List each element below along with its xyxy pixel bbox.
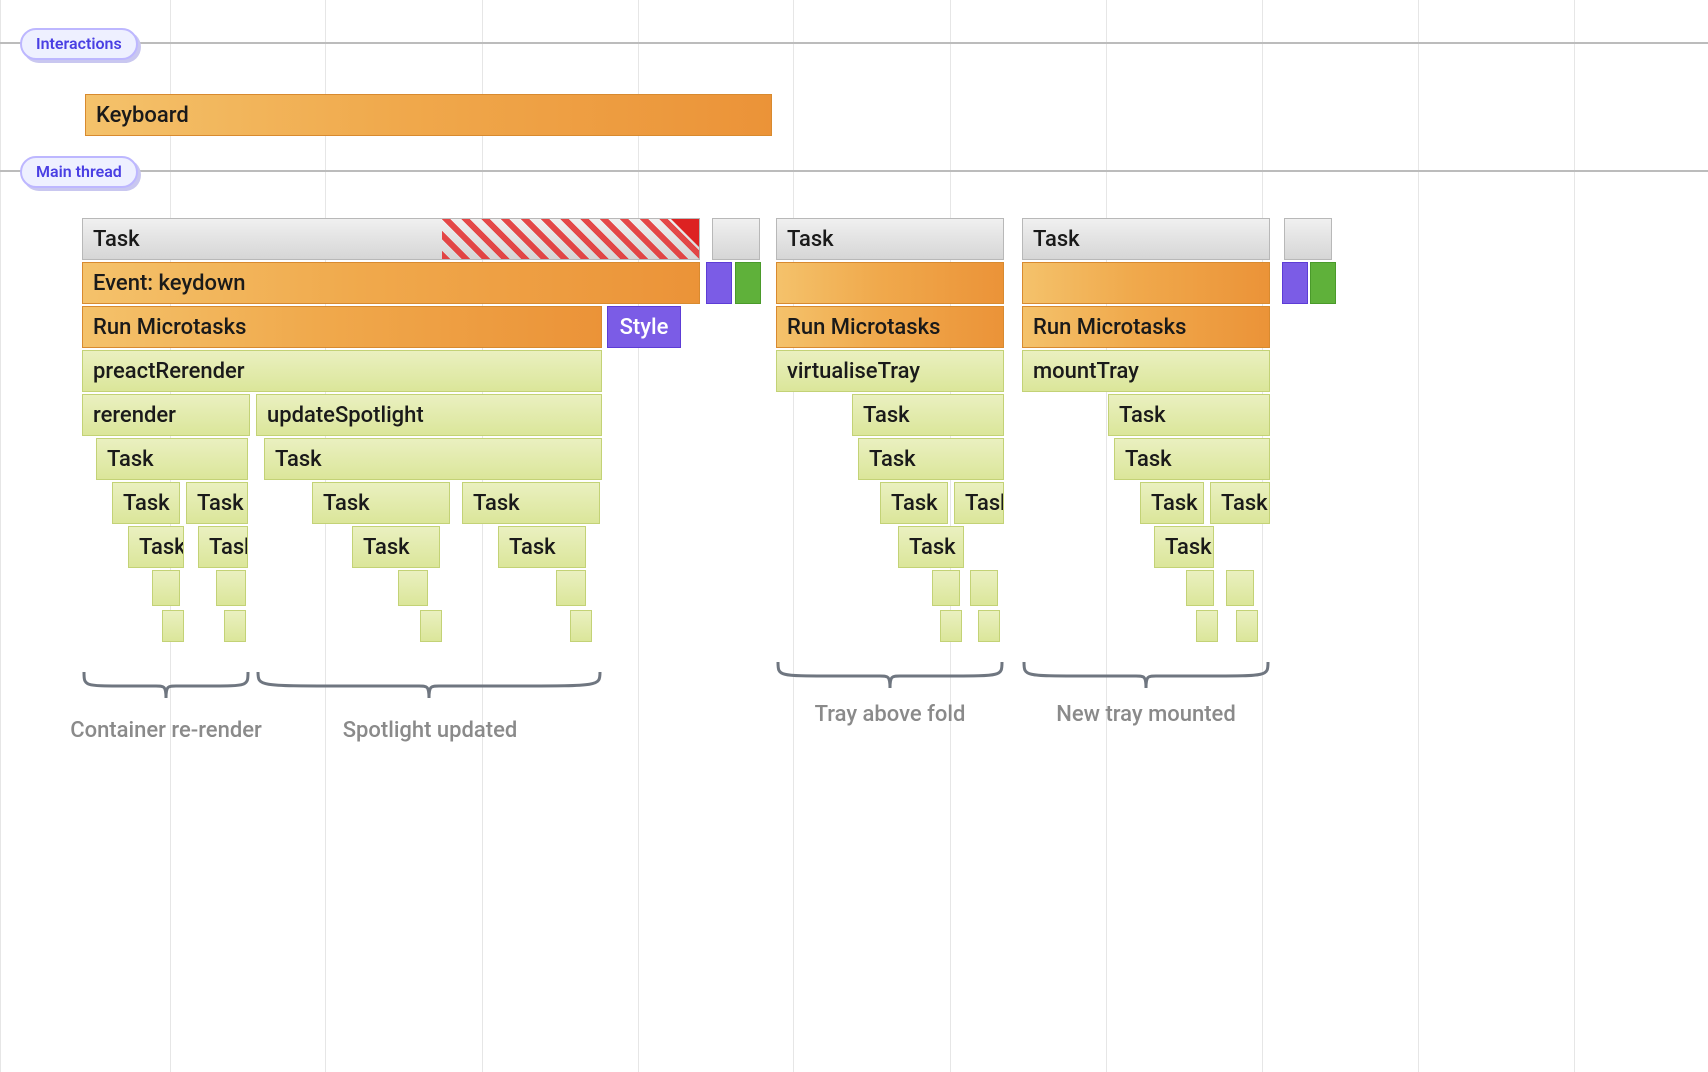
style-recalc-slice[interactable]	[706, 262, 732, 304]
fn-task[interactable]: Task	[858, 438, 1004, 480]
task-label: Task	[93, 227, 140, 252]
task-bar[interactable]	[712, 218, 760, 260]
fn-task[interactable]	[932, 570, 960, 606]
task-bar[interactable]	[1284, 218, 1332, 260]
gridline	[1106, 0, 1107, 1072]
long-task-corner-icon	[671, 219, 699, 247]
gridline	[0, 0, 1, 1072]
fn-rerender[interactable]: rerender	[82, 394, 250, 436]
fn-task[interactable]	[152, 570, 180, 606]
fn-task[interactable]	[162, 610, 184, 642]
fn-task[interactable]	[216, 570, 246, 606]
fn-preactRerender[interactable]: preactRerender	[82, 350, 602, 392]
annotation-new-tray-mounted: New tray mounted	[1034, 702, 1258, 727]
gridline	[325, 0, 326, 1072]
fn-task[interactable]: Task	[264, 438, 602, 480]
fn-task[interactable]: Task	[352, 526, 440, 568]
brace-icon	[776, 660, 1004, 690]
run-microtasks[interactable]: Run Microtasks	[1022, 306, 1270, 348]
fn-task[interactable]: Task	[96, 438, 248, 480]
run-microtasks[interactable]: Run Microtasks	[776, 306, 1004, 348]
gridline	[1262, 0, 1263, 1072]
fn-task[interactable]: Task	[198, 526, 248, 568]
fn-task[interactable]	[1196, 610, 1218, 642]
gridline	[1418, 0, 1419, 1072]
track-rule-interactions	[0, 42, 1708, 44]
fn-task[interactable]: Task	[186, 482, 248, 524]
brace-icon	[1022, 660, 1270, 690]
fn-task[interactable]: Task	[312, 482, 450, 524]
fn-task[interactable]	[420, 610, 442, 642]
fn-task[interactable]: Task	[1154, 526, 1214, 568]
gridline	[1574, 0, 1575, 1072]
fn-task[interactable]: Task	[1114, 438, 1270, 480]
gridline	[793, 0, 794, 1072]
fn-task[interactable]: Task	[112, 482, 180, 524]
fn-task[interactable]	[1186, 570, 1214, 606]
track-rule-main	[0, 170, 1708, 172]
fn-task[interactable]	[570, 610, 592, 642]
fn-task[interactable]: Task	[1140, 482, 1204, 524]
track-label-interactions[interactable]: Interactions	[20, 28, 138, 60]
paint-slice[interactable]	[735, 262, 761, 304]
style-recalc-slice[interactable]	[1282, 262, 1308, 304]
brace-icon	[256, 670, 602, 700]
event-keydown[interactable]: Event: keydown	[82, 262, 700, 304]
event-slice[interactable]	[776, 262, 1004, 304]
track-label-main-thread[interactable]: Main thread	[20, 156, 138, 188]
paint-slice[interactable]	[1310, 262, 1336, 304]
fn-task[interactable]	[978, 610, 1000, 642]
fn-task[interactable]	[970, 570, 998, 606]
style-block[interactable]: Style	[607, 306, 681, 348]
fn-task[interactable]	[1236, 610, 1258, 642]
flame-chart-canvas[interactable]: Interactions Main thread Keyboard Task T…	[0, 0, 1708, 1072]
long-task-hatch	[442, 219, 699, 259]
fn-task[interactable]: Task	[898, 526, 964, 568]
fn-task[interactable]	[1226, 570, 1254, 606]
annotation-spotlight-updated: Spotlight updated	[300, 718, 560, 743]
task-bar[interactable]: Task	[1022, 218, 1270, 260]
fn-task[interactable]	[556, 570, 586, 606]
run-microtasks[interactable]: Run Microtasks	[82, 306, 602, 348]
interaction-keyboard[interactable]: Keyboard	[85, 94, 772, 136]
fn-task[interactable]: Task	[954, 482, 1004, 524]
fn-task[interactable]	[398, 570, 428, 606]
fn-task[interactable]	[224, 610, 246, 642]
fn-task[interactable]: Task	[880, 482, 948, 524]
fn-task[interactable]: Task	[498, 526, 586, 568]
brace-icon	[82, 670, 250, 700]
fn-mountTray[interactable]: mountTray	[1022, 350, 1270, 392]
event-slice[interactable]	[1022, 262, 1270, 304]
fn-task[interactable]	[940, 610, 962, 642]
fn-task[interactable]: Task	[1210, 482, 1270, 524]
fn-task[interactable]: Task	[852, 394, 1004, 436]
fn-updateSpotlight[interactable]: updateSpotlight	[256, 394, 602, 436]
fn-virtualiseTray[interactable]: virtualiseTray	[776, 350, 1004, 392]
annotation-tray-above-fold: Tray above fold	[790, 702, 990, 727]
task-bar[interactable]: Task	[776, 218, 1004, 260]
fn-task[interactable]: Task	[128, 526, 184, 568]
fn-task[interactable]: Task	[1108, 394, 1270, 436]
gridline	[638, 0, 639, 1072]
task-bar[interactable]: Task	[82, 218, 700, 260]
fn-task[interactable]: Task	[462, 482, 600, 524]
gridline	[482, 0, 483, 1072]
annotation-container-rerender: Container re-render	[70, 718, 262, 743]
